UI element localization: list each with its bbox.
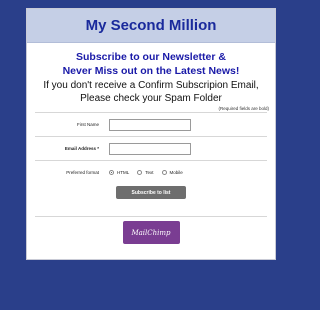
format-option-mobile[interactable]: Mobile <box>161 170 183 175</box>
badge-wrap: MailChimp <box>27 221 275 244</box>
first-name-label: First Name <box>76 122 99 127</box>
email-label: Email Address * <box>64 146 99 151</box>
divider <box>35 216 267 217</box>
radio-html[interactable] <box>109 170 114 175</box>
format-option-html[interactable]: HTML <box>109 170 129 175</box>
radio-mobile[interactable] <box>161 170 167 175</box>
spam-notice: If you don't receive a Confirm Subscripi… <box>27 79 275 105</box>
newsletter-headline: Subscribe to our Newsletter & Never Miss… <box>27 50 275 78</box>
format-label: Preferred format <box>66 170 99 175</box>
email-input[interactable] <box>109 142 191 155</box>
headline-line-2: Never Miss out on the Latest News! <box>62 65 240 77</box>
first-name-input[interactable] <box>109 118 191 131</box>
headline-line-1: Subscribe to our Newsletter & <box>76 51 226 63</box>
radio-text[interactable] <box>137 170 143 175</box>
format-option-text[interactable]: Text <box>137 170 154 175</box>
format-option-label: Text <box>145 170 154 175</box>
format-option-label: HTML <box>117 170 130 175</box>
format-row: Preferred format HTML Text Mobile <box>27 161 275 184</box>
page-title: My Second Million <box>85 17 217 34</box>
subscribe-button[interactable]: Subscribe to list <box>116 186 186 199</box>
format-options: HTML Text Mobile <box>109 170 191 175</box>
title-bar: My Second Million <box>27 9 275 43</box>
first-name-row: First Name <box>27 113 275 136</box>
notice-line-2: Please check your Spam Folder <box>80 93 222 104</box>
email-row: Email Address * <box>27 137 275 160</box>
format-option-label: Mobile <box>169 170 183 175</box>
signup-card: My Second Million Subscribe to our Newsl… <box>26 8 276 260</box>
notice-line-1: If you don't receive a Confirm Subscripi… <box>43 80 259 91</box>
submit-wrap: Subscribe to list <box>27 186 275 199</box>
mailchimp-logo[interactable]: MailChimp <box>122 221 180 244</box>
